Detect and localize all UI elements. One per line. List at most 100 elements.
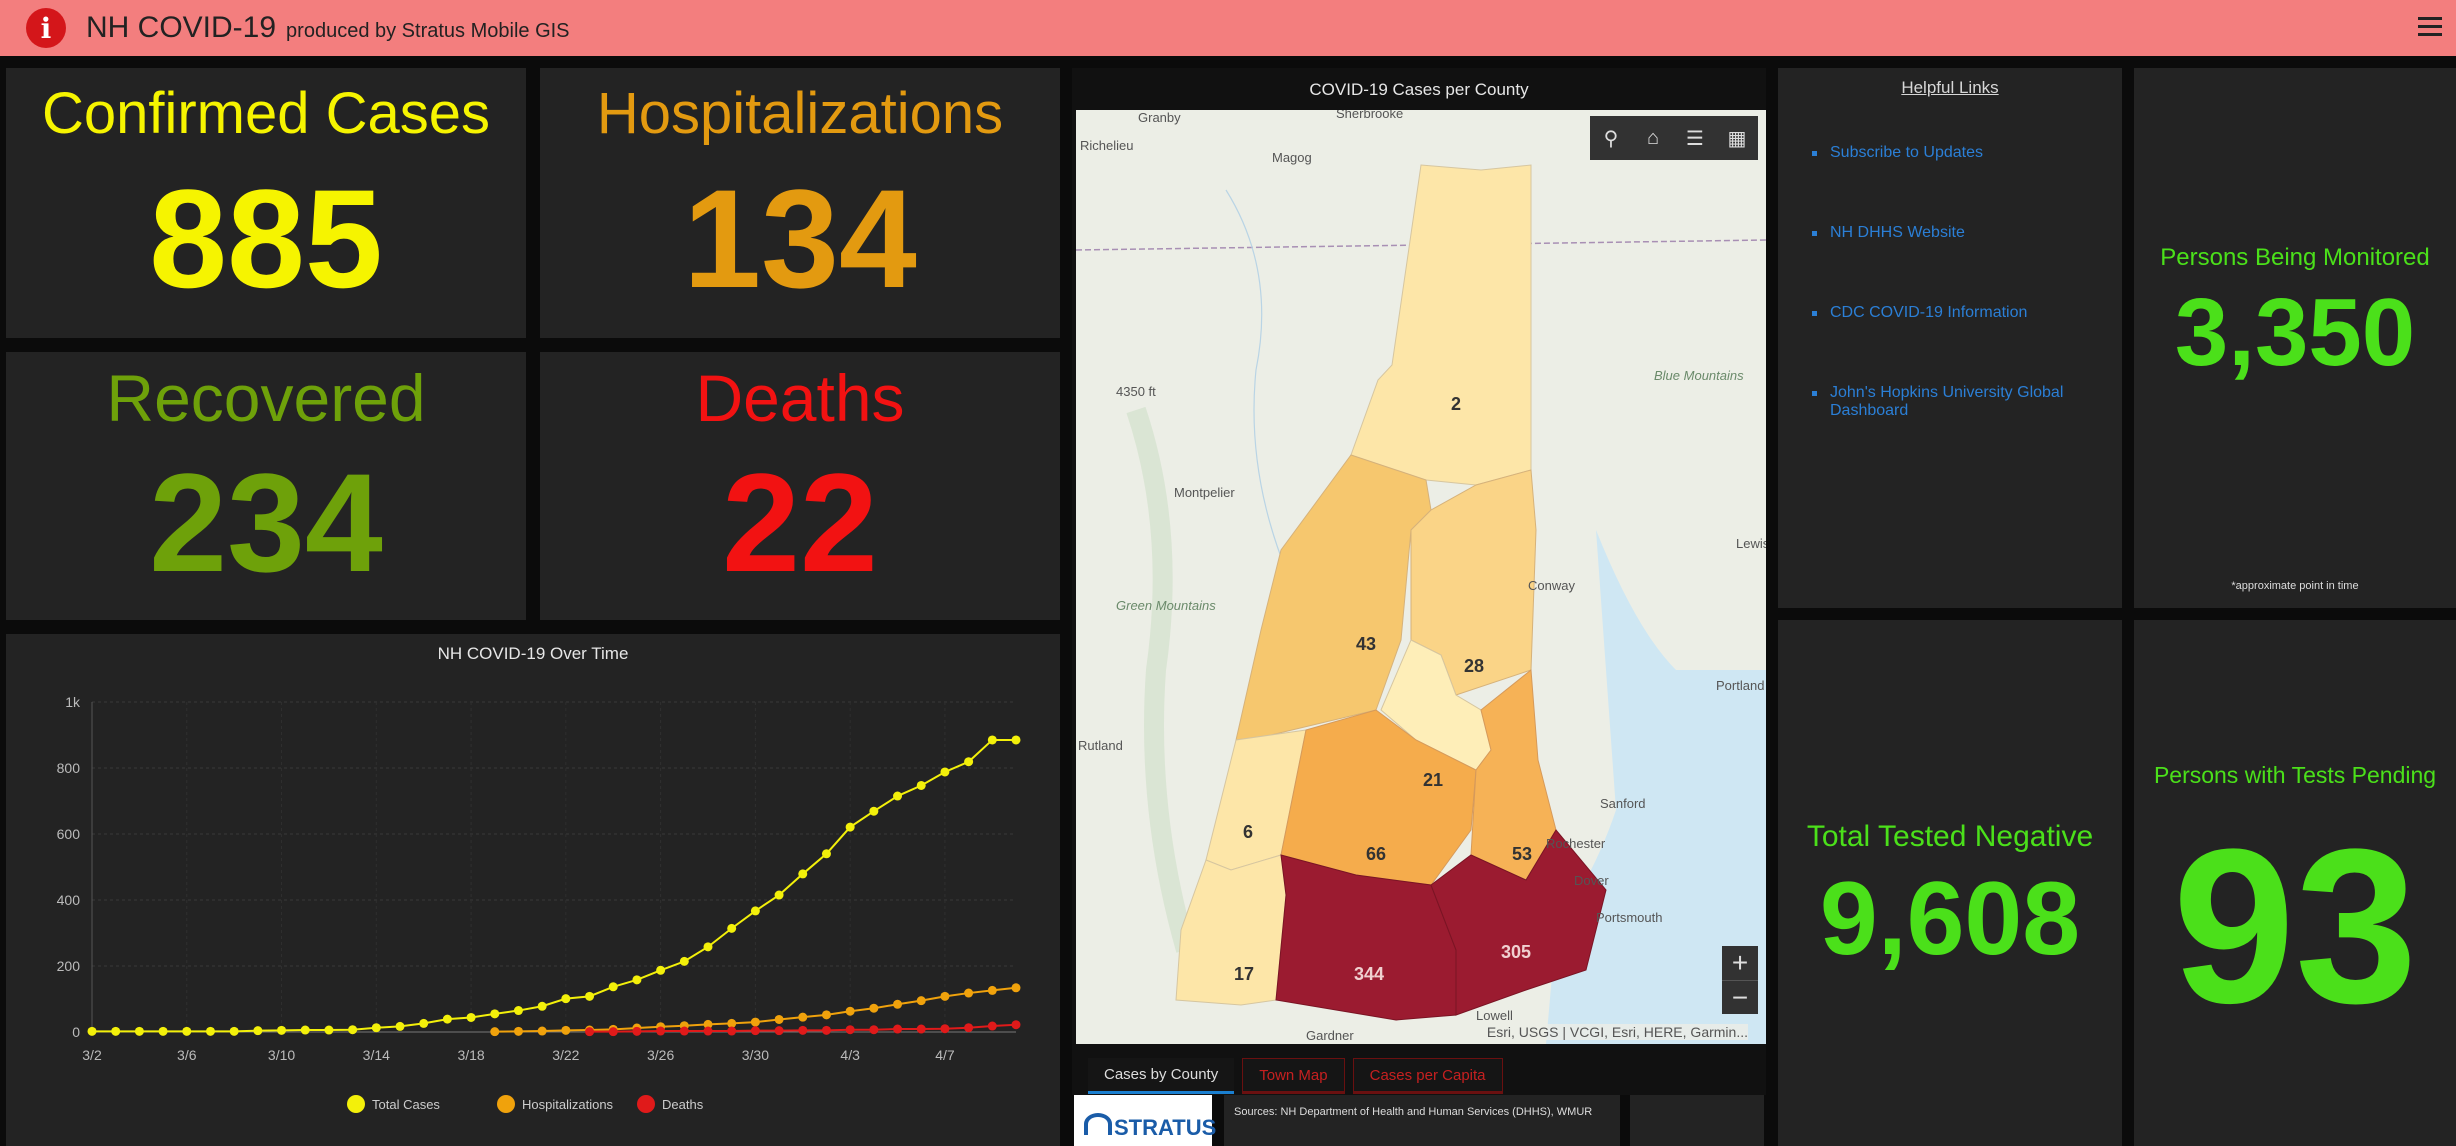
data-point[interactable] [750,1017,760,1027]
data-point[interactable] [395,1021,405,1031]
list-icon[interactable]: ☰ [1681,124,1709,152]
data-sources: Sources: NH Department of Health and Hum… [1224,1095,1620,1146]
search-icon[interactable]: ⚲ [1597,124,1625,152]
link-subscribe[interactable]: Subscribe to Updates [1812,144,2092,162]
data-point[interactable] [940,1024,950,1034]
data-point[interactable] [893,1024,903,1034]
data-point[interactable] [561,994,571,1004]
data-point[interactable] [774,890,784,900]
over-time-chart[interactable]: 0 200 400 600 800 1k 3/2 3/6 3/10 3/14 3/18 3/22 3/2… [6,634,1060,1146]
data-point[interactable] [940,767,950,777]
zoom-out-button[interactable]: − [1722,980,1758,1014]
data-point[interactable] [987,1021,997,1031]
data-point[interactable] [111,1026,121,1036]
data-point[interactable] [442,1014,452,1024]
data-point[interactable] [798,869,808,879]
data-point[interactable] [229,1026,239,1036]
data-point[interactable] [1011,983,1021,993]
data-point[interactable] [679,1026,689,1036]
data-point[interactable] [964,757,974,767]
qr-code-icon[interactable]: ▦ [1723,124,1751,152]
data-point[interactable] [277,1025,287,1035]
legend-label[interactable]: Deaths [662,1097,704,1112]
tab-cases-per-capita[interactable]: Cases per Capita [1352,1058,1503,1094]
data-point[interactable] [821,1010,831,1020]
data-point[interactable] [727,1026,737,1036]
data-point[interactable] [300,1025,310,1035]
home-icon[interactable]: ⌂ [1639,124,1667,152]
data-point[interactable] [916,996,926,1006]
data-point[interactable] [679,956,689,966]
data-point[interactable] [348,1025,358,1035]
data-point[interactable] [916,1024,926,1034]
data-point[interactable] [134,1026,144,1036]
hamburger-icon[interactable] [2418,10,2442,42]
data-point[interactable] [158,1026,168,1036]
legend-label[interactable]: Total Cases [372,1097,440,1112]
data-point[interactable] [987,735,997,745]
tab-cases-by-county[interactable]: Cases by County [1088,1058,1235,1094]
map-attribution[interactable]: Esri, USGS | VCGI, Esri, HERE, Garmin... [1486,1024,1748,1040]
data-point[interactable] [845,822,855,832]
data-point[interactable] [821,1025,831,1035]
data-point[interactable] [845,1006,855,1016]
data-point[interactable] [703,1026,713,1036]
data-point[interactable] [632,1026,642,1036]
data-point[interactable] [703,942,713,952]
data-point[interactable] [1011,735,1021,745]
data-point[interactable] [371,1023,381,1033]
data-point[interactable] [774,1026,784,1036]
data-point[interactable] [964,1023,974,1033]
data-point[interactable] [87,1026,97,1036]
data-point[interactable] [324,1025,334,1035]
data-point[interactable] [419,1018,429,1028]
data-point[interactable] [869,1003,879,1013]
data-point[interactable] [869,1025,879,1035]
data-point[interactable] [964,988,974,998]
data-point[interactable] [750,1026,760,1036]
data-point[interactable] [466,1012,476,1022]
data-point[interactable] [869,806,879,816]
data-point[interactable] [1011,1020,1021,1030]
data-point[interactable] [893,999,903,1009]
data-point[interactable] [750,906,760,916]
data-point[interactable] [561,1025,571,1035]
data-point[interactable] [490,1009,500,1019]
data-point[interactable] [513,1006,523,1016]
data-point[interactable] [656,965,666,975]
data-point[interactable] [656,1026,666,1036]
data-point[interactable] [821,849,831,859]
data-point[interactable] [632,975,642,985]
data-point[interactable] [940,991,950,1001]
data-point[interactable] [253,1026,263,1036]
data-point[interactable] [205,1026,215,1036]
data-point[interactable] [490,1027,500,1037]
link-cdc[interactable]: CDC COVID-19 Information [1812,304,2092,322]
data-point[interactable] [182,1026,192,1036]
data-point[interactable] [987,985,997,995]
county-map[interactable]: 2 43 28 21 6 66 53 17 344 305 Granby Sherbrooke Ric… [1076,110,1766,1044]
data-point[interactable] [774,1014,784,1024]
legend-swatch[interactable] [637,1095,655,1113]
legend-swatch[interactable] [347,1095,365,1113]
data-point[interactable] [608,1027,618,1037]
data-point[interactable] [513,1026,523,1036]
data-point[interactable] [893,791,903,801]
data-point[interactable] [537,1001,547,1011]
legend-label[interactable]: Hospitalizations [522,1097,614,1112]
data-point[interactable] [916,780,926,790]
zoom-in-button[interactable]: + [1722,946,1758,980]
info-icon[interactable]: i [26,8,66,48]
data-point[interactable] [537,1026,547,1036]
data-point[interactable] [798,1025,808,1035]
link-nh-dhhs[interactable]: NH DHHS Website [1812,224,2092,242]
legend-swatch[interactable] [497,1095,515,1113]
data-point[interactable] [585,991,595,1001]
data-point[interactable] [727,923,737,933]
data-point[interactable] [798,1012,808,1022]
data-point[interactable] [845,1025,855,1035]
tab-town-map[interactable]: Town Map [1242,1058,1345,1094]
data-point[interactable] [608,982,618,992]
link-jhu-dashboard[interactable]: John's Hopkins University Global Dashboa… [1812,384,2092,420]
data-point[interactable] [585,1027,595,1037]
